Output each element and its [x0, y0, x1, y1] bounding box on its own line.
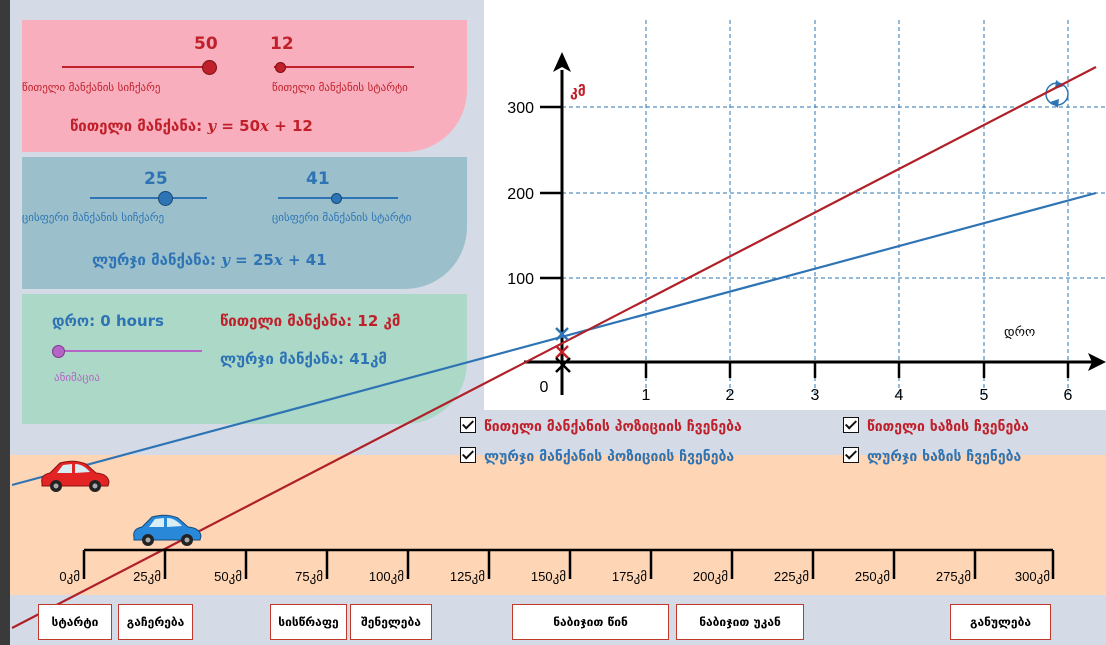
blue-distance-line — [11, 191, 1097, 487]
checkmark-icon[interactable] — [460, 417, 476, 433]
stop-button[interactable]: გაჩერება — [118, 604, 193, 640]
road-mark-label: 200კმ — [693, 569, 728, 585]
road-mark-label: 125კმ — [450, 569, 485, 585]
road-mark-label: 75კმ — [295, 569, 323, 585]
red-position-marker — [555, 345, 569, 359]
reset-button[interactable]: განულება — [950, 604, 1051, 640]
step-forward-button[interactable]: ნაბიჯით წინ — [512, 604, 669, 640]
road-mark-label: 300კმ — [1015, 569, 1050, 585]
faster-button[interactable]: სისწრაფე — [270, 604, 347, 640]
road-mark-label: 0კმ — [59, 569, 80, 585]
show-blue-line-checkbox[interactable]: ლურჯი ხაზის ჩვენება — [843, 447, 1021, 465]
road-mark-label: 150კმ — [531, 569, 566, 585]
road-mark-label: 175კმ — [612, 569, 647, 585]
start-button[interactable]: სტარტი — [38, 604, 112, 640]
slower-button[interactable]: შენელება — [350, 604, 432, 640]
checkmark-icon[interactable] — [843, 447, 859, 463]
road-mark-label: 25კმ — [133, 569, 161, 585]
road-mark-label: 250კმ — [855, 569, 890, 585]
step-back-button[interactable]: ნაბიჯით უკან — [676, 604, 804, 640]
road-mark-label: 100კმ — [369, 569, 404, 585]
show-red-line-checkbox[interactable]: წითელი ხაზის ჩვენება — [843, 417, 1029, 435]
road-scale: 0კმ 25კმ 50კმ 75კმ 100კმ 125კმ 150კმ 175… — [59, 548, 1055, 585]
show-red-position-checkbox[interactable]: წითელი მანქანის პოზიციის ჩვენება — [460, 417, 742, 435]
road-mark-label: 275კმ — [936, 569, 971, 585]
blue-position-marker — [555, 327, 569, 341]
show-blue-position-checkbox[interactable]: ლურჯი მანქანის პოზიციის ჩვენება — [460, 447, 734, 465]
blue-car-icon — [133, 514, 202, 546]
road-mark-label: 225კმ — [774, 569, 809, 585]
checkmark-icon[interactable] — [460, 447, 476, 463]
red-car-icon — [41, 460, 110, 492]
road-mark-label: 50კმ — [214, 569, 242, 585]
checkmark-icon[interactable] — [843, 417, 859, 433]
origin-marker — [555, 357, 571, 373]
